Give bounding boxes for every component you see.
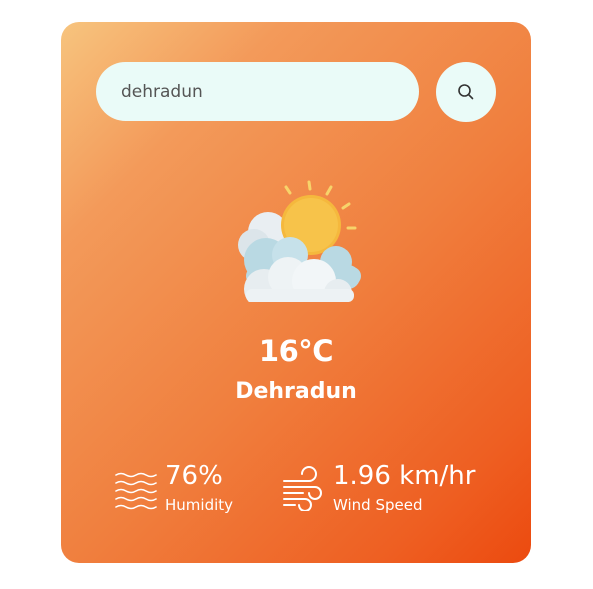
search-field[interactable] [96,62,419,121]
humidity-label: Humidity [165,496,234,514]
weather-card: 16°C Dehradun 76% Humidity [61,22,531,563]
city-name: Dehradun [235,379,357,404]
search-icon [458,84,474,100]
wind-speed-label: Wind Speed [333,496,423,514]
search-input[interactable] [121,81,401,102]
wind-speed-value: 1.96 km/hr [333,461,476,491]
humidity-waves-icon [115,472,157,510]
wind-icon [283,466,322,511]
partly-cloudy-sun-icon [238,180,361,302]
humidity-value: 76% [165,461,223,491]
temperature: 16°C [258,334,334,368]
wind-detail: 1.96 km/hr Wind Speed [281,460,475,516]
humidity-detail: 76% Humidity [113,460,233,516]
search-button[interactable] [436,62,496,122]
